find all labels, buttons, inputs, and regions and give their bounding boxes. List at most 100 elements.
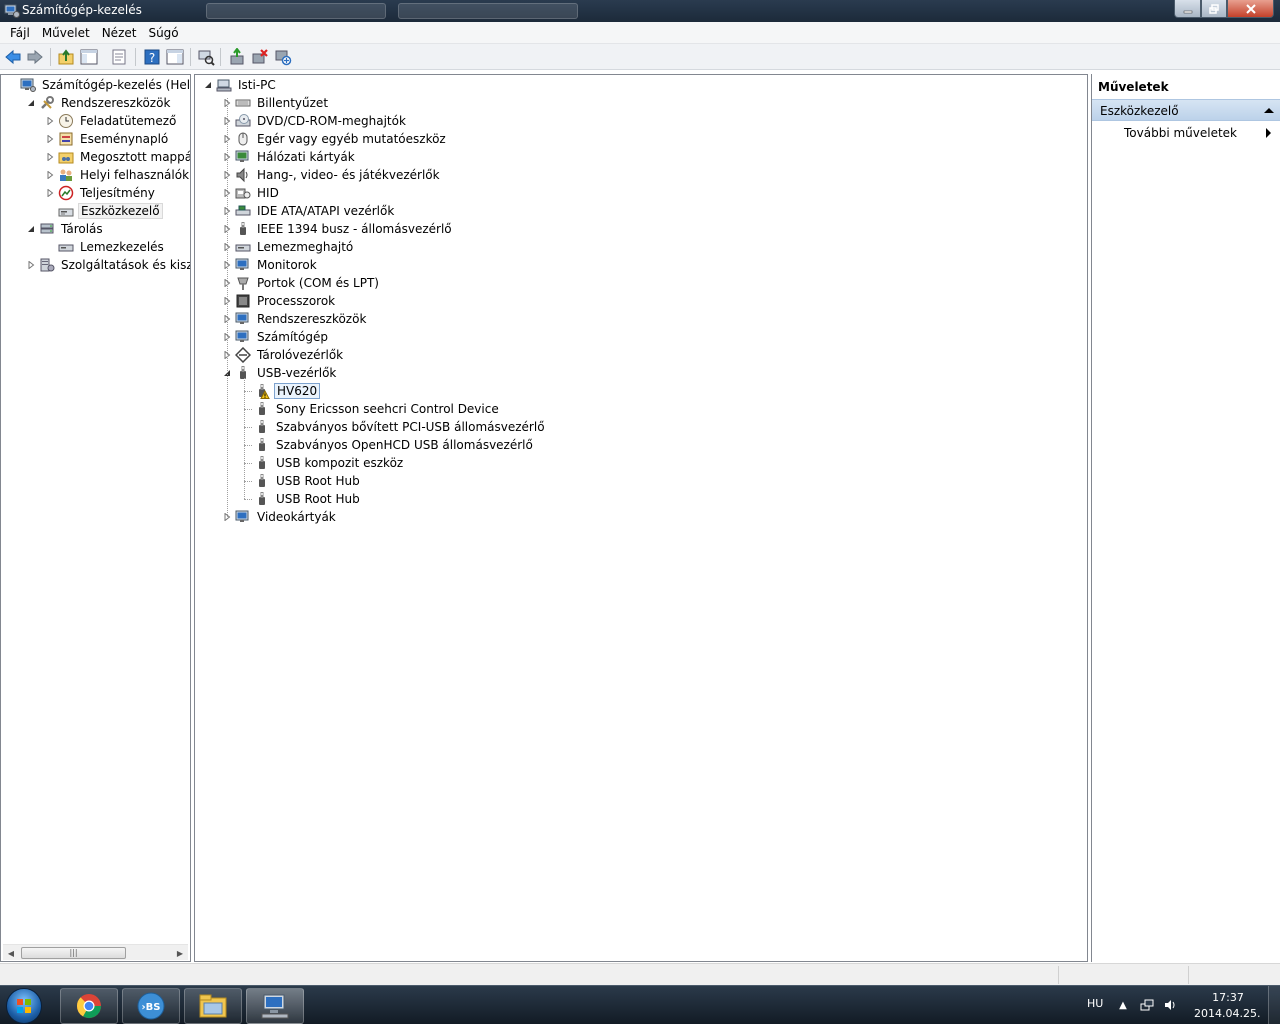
scan-hardware-icon[interactable] [197, 48, 215, 66]
nav-item-szamitogep-kezeles-helyi[interactable]: Számítógép-kezelés (Helyi) [7, 76, 191, 94]
expanded-arrow-icon[interactable] [26, 98, 36, 108]
nav-item-teljesitmeny[interactable]: Teljesítmény [45, 184, 157, 202]
maximize-button[interactable] [1201, 0, 1227, 18]
collapsed-arrow-icon[interactable] [45, 152, 55, 162]
expanded-arrow-icon[interactable] [26, 224, 36, 234]
device-tree-pane[interactable]: Isti-PC Billentyűzet DVD/CD-ROM-meghajtók E… [194, 74, 1088, 962]
start-button[interactable] [6, 988, 42, 1024]
device-item-szabvanyos-bovitett-pci-usb-allomasvezerlo[interactable]: Szabványos bővített PCI-USB állomásvezér… [251, 418, 547, 436]
close-button[interactable] [1227, 0, 1274, 18]
tree-item-label: USB kompozit eszköz [276, 456, 404, 470]
taskbar-chrome-button[interactable] [60, 988, 118, 1024]
device-item-hv620[interactable]: HV620 [251, 382, 321, 400]
device-category-hid[interactable]: HID [222, 184, 281, 202]
taskbar-computer-management-button[interactable] [246, 988, 304, 1024]
expanded-arrow-icon[interactable] [203, 80, 213, 90]
device-category-rendszereszkozok[interactable]: Rendszereszközök [222, 310, 368, 328]
collapse-arrow-icon[interactable] [1264, 108, 1274, 113]
actions-section-device-manager[interactable]: Eszközkezelő [1092, 99, 1280, 121]
device-category-usb-vezerlok[interactable]: USB-vezérlők [222, 364, 338, 382]
scroll-left-icon[interactable]: ◀ [3, 945, 19, 961]
storage-controller-icon [234, 346, 252, 364]
show-hide-tree-icon[interactable] [80, 48, 98, 66]
nav-item-megosztott-mappak[interactable]: Megosztott mappák [45, 148, 190, 166]
bluestacks-icon: ›BS [137, 992, 165, 1020]
scrollbar-thumb[interactable]: ||| [21, 947, 126, 959]
clock-date[interactable]: 2014.04.25. [1194, 1007, 1260, 1020]
collapsed-arrow-icon[interactable] [26, 260, 36, 270]
menu-file[interactable]: Fájl [4, 23, 36, 43]
up-folder-icon[interactable] [57, 48, 75, 66]
back-arrow-icon[interactable] [4, 48, 22, 66]
properties-icon[interactable] [110, 48, 128, 66]
taskbar-bluestacks-button[interactable]: ›BS [122, 988, 180, 1024]
device-category-processzorok[interactable]: Processzorok [222, 292, 337, 310]
device-item-usb-kompozit-eszkoz[interactable]: USB kompozit eszköz [251, 454, 405, 472]
nav-item-rendszereszkozok[interactable]: Rendszereszközök [26, 94, 172, 112]
device-category-portok-com-es-lpt[interactable]: Portok (COM és LPT) [222, 274, 381, 292]
title-bar[interactable]: Számítógép-kezelés [0, 0, 1280, 22]
collapsed-arrow-icon[interactable] [45, 134, 55, 144]
help-icon[interactable]: ? [143, 48, 161, 66]
device-category-billentyuzet[interactable]: Billentyűzet [222, 94, 330, 112]
collapsed-arrow-icon[interactable] [45, 116, 55, 126]
forward-arrow-icon[interactable] [26, 48, 44, 66]
device-category-halozati-kartyak[interactable]: Hálózati kártyák [222, 148, 357, 166]
uninstall-device-icon[interactable] [251, 48, 269, 66]
show-hide-action-pane-icon[interactable] [166, 48, 184, 66]
menu-help[interactable]: Súgó [142, 23, 184, 43]
console-tree-pane[interactable]: ◀ ||| ▶ Számítógép-kezelés (Helyi) Rendsz… [0, 74, 191, 962]
device-category-ide-ata-atapi-vezerlok[interactable]: IDE ATA/ATAPI vezérlők [222, 202, 396, 220]
users-icon [58, 167, 74, 183]
tree-connector [244, 463, 252, 464]
device-item-usb-root-hub[interactable]: USB Root Hub [251, 490, 362, 508]
device-category-dvd-cd-rom-meghajtok[interactable]: DVD/CD-ROM-meghajtók [222, 112, 408, 130]
device-category-szamitogep[interactable]: Számítógép [222, 328, 330, 346]
actions-pane: Műveletek Eszközkezelő További műveletek [1091, 74, 1280, 962]
minimize-button[interactable] [1174, 0, 1201, 18]
nav-item-feladatutemezo[interactable]: Feladatütemező [45, 112, 178, 130]
device-category-hang-video-es-jatekvezerlok[interactable]: Hang-, video- és játékvezérlők [222, 166, 442, 184]
menu-action[interactable]: Művelet [36, 23, 96, 43]
device-category-lemezmeghajto[interactable]: Lemezmeghajtó [222, 238, 355, 256]
device-tree-root[interactable]: Isti-PC [203, 76, 278, 94]
device-category-monitorok[interactable]: Monitorok [222, 256, 319, 274]
nav-item-tarolas[interactable]: Tárolás [26, 220, 105, 238]
device-category-eger-vagy-egyeb-mutatoeszkoz[interactable]: Egér vagy egyéb mutatóeszköz [222, 130, 448, 148]
clock-time[interactable]: 17:37 [1208, 991, 1248, 1004]
menu-view[interactable]: Nézet [96, 23, 143, 43]
nav-item-esemenynaplo[interactable]: Eseménynapló [45, 130, 170, 148]
tree-item-label: Eseménynapló [80, 132, 169, 146]
device-category-ieee-1394-busz-allomasvezerlo[interactable]: IEEE 1394 busz - állomásvezérlő [222, 220, 454, 238]
network-icon[interactable] [1140, 998, 1154, 1012]
device-item-szabvanyos-openhcd-usb-allomasvezerlo[interactable]: Szabványos OpenHCD USB állomásvezérlő [251, 436, 535, 454]
show-hidden-icons-icon[interactable]: ▲ [1116, 998, 1130, 1012]
update-driver-icon[interactable] [228, 48, 246, 66]
tree-item-label: Videokártyák [257, 510, 336, 524]
window-title: Számítógép-kezelés [22, 3, 142, 17]
taskbar-explorer-button[interactable] [184, 988, 242, 1024]
tree-item-label: Rendszereszközök [257, 312, 367, 326]
tree-item-label: Számítógép-kezelés (Helyi) [42, 78, 191, 92]
tree-connector [244, 427, 252, 428]
tree-item-label: IDE ATA/ATAPI vezérlők [257, 204, 395, 218]
nav-item-szolgaltatasok-es-kiszolgalo[interactable]: Szolgáltatások és kiszolgáló [26, 256, 190, 274]
collapsed-arrow-icon[interactable] [45, 170, 55, 180]
device-item-usb-root-hub[interactable]: USB Root Hub [251, 472, 362, 490]
nav-item-lemezkezeles[interactable]: Lemezkezelés [45, 238, 166, 256]
device-category-tarolovezerlok[interactable]: Tárolóvezérlők [222, 346, 345, 364]
device-item-sony-ericsson-seehcri-control-device[interactable]: Sony Ericsson seehcri Control Device [251, 400, 501, 418]
volume-icon[interactable] [1163, 998, 1177, 1012]
tree-item-label: Tárolóvezérlők [257, 348, 344, 362]
language-indicator[interactable]: HU [1087, 997, 1103, 1010]
more-actions-link[interactable]: További műveletek [1124, 124, 1237, 142]
nav-item-eszkozkezelo[interactable]: Eszközkezelő [45, 202, 163, 220]
horizontal-scrollbar[interactable]: ◀ ||| ▶ [3, 944, 188, 960]
collapsed-arrow-icon[interactable] [45, 188, 55, 198]
scroll-right-icon[interactable]: ▶ [172, 945, 188, 961]
device-category-videokartyak[interactable]: Videokártyák [222, 508, 338, 526]
show-desktop-button[interactable] [1268, 986, 1280, 1024]
disable-device-icon[interactable] [274, 48, 292, 66]
nav-item-helyi-felhasznalok-es-cs[interactable]: Helyi felhasználók és cs [45, 166, 190, 184]
submenu-arrow-icon[interactable] [1266, 128, 1271, 138]
